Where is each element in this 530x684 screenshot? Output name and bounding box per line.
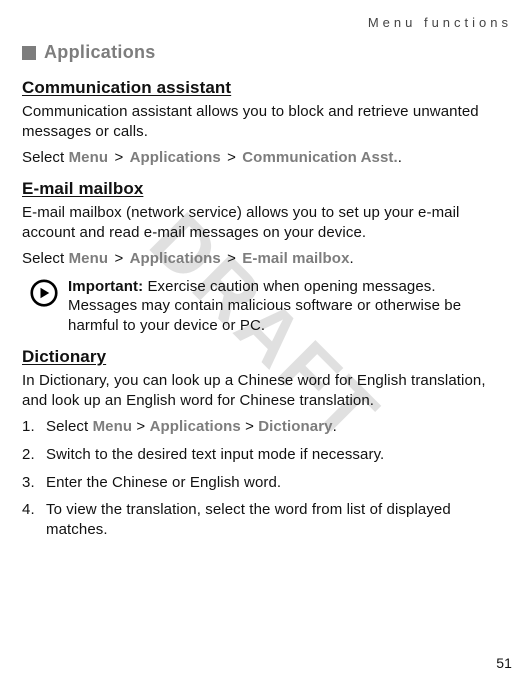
dict-step-1-suffix: .	[333, 418, 337, 435]
em-nav-email: E-mail mailbox	[242, 250, 349, 267]
em-nav-menu: Menu	[69, 250, 109, 267]
important-icon	[30, 279, 58, 307]
em-nav-suffix: .	[350, 250, 354, 267]
ca-nav-applications: Applications	[130, 149, 221, 166]
em-nav: Select Menu > Applications > E-mail mail…	[22, 249, 512, 269]
dict-step-1-prefix: Select	[46, 418, 93, 435]
page-content: Menu functions Applications Communicatio…	[22, 14, 512, 540]
important-lead: Important:	[68, 278, 143, 295]
chevron-right-icon: >	[112, 149, 125, 166]
ca-nav-label: Select	[22, 149, 64, 166]
important-text: Important: Exercise caution when opening…	[68, 277, 506, 336]
dict-heading: Dictionary	[22, 346, 512, 368]
section-title: Applications	[44, 41, 156, 65]
page-number: 51	[496, 654, 512, 672]
running-header: Menu functions	[22, 14, 512, 31]
em-nav-label: Select	[22, 250, 64, 267]
em-nav-applications: Applications	[130, 250, 221, 267]
em-heading: E-mail mailbox	[22, 178, 512, 200]
dict-step-1-dictionary: Dictionary	[258, 418, 332, 435]
chevron-right-icon: >	[245, 418, 254, 435]
section-marker-icon	[22, 46, 36, 60]
dict-step-1: Select Menu > Applications > Dictionary.	[22, 417, 510, 437]
ca-nav-suffix: .	[398, 149, 402, 166]
chevron-right-icon: >	[225, 250, 238, 267]
dict-step-1-menu: Menu	[93, 418, 133, 435]
section-header: Applications	[22, 41, 512, 65]
ca-body: Communication assistant allows you to bl…	[22, 102, 512, 142]
ca-nav-menu: Menu	[69, 149, 109, 166]
ca-nav-comm-asst: Communication Asst.	[242, 149, 398, 166]
dict-body: In Dictionary, you can look up a Chinese…	[22, 371, 512, 411]
chevron-right-icon: >	[136, 418, 145, 435]
dict-step-1-applications: Applications	[150, 418, 241, 435]
em-body: E-mail mailbox (network service) allows …	[22, 203, 512, 243]
chevron-right-icon: >	[225, 149, 238, 166]
ca-nav: Select Menu > Applications > Communicati…	[22, 148, 512, 168]
important-callout: Important: Exercise caution when opening…	[30, 277, 512, 336]
dict-step-2: Switch to the desired text input mode if…	[22, 445, 510, 465]
ca-heading: Communication assistant	[22, 77, 512, 99]
dict-step-4: To view the translation, select the word…	[22, 500, 510, 540]
dict-steps: Select Menu > Applications > Dictionary.…	[22, 417, 512, 540]
chevron-right-icon: >	[112, 250, 125, 267]
dict-step-3: Enter the Chinese or English word.	[22, 473, 510, 493]
